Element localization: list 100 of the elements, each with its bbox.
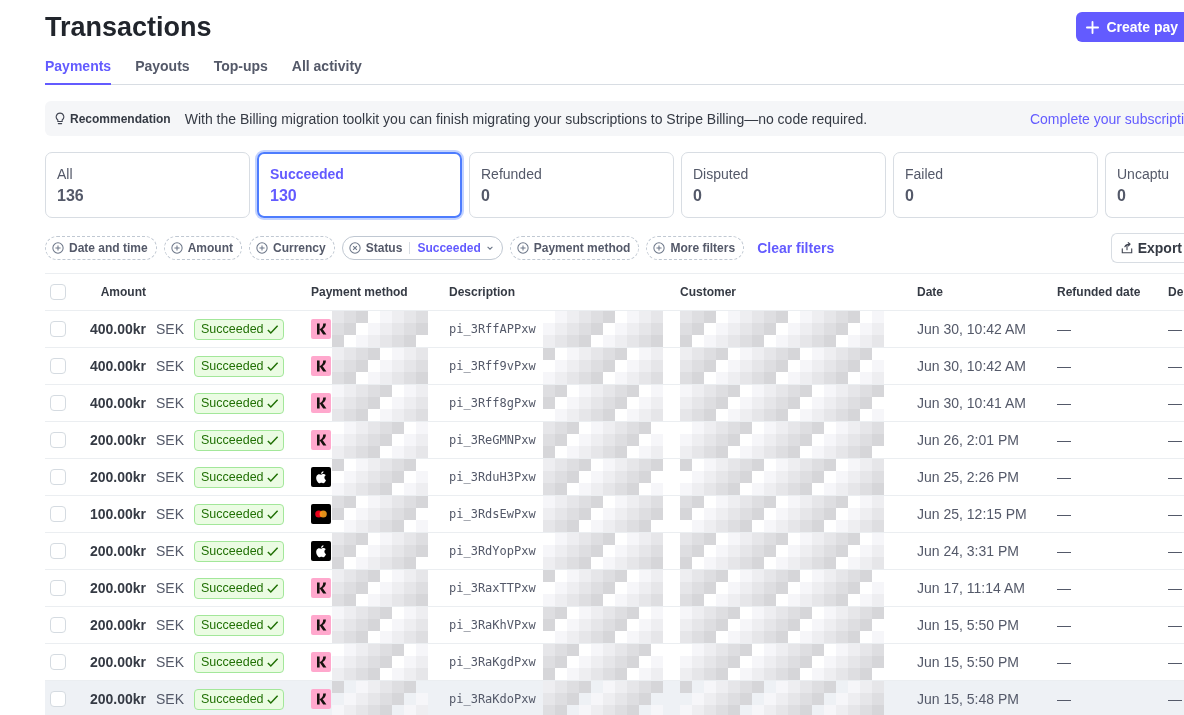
column-header[interactable]: De bbox=[1168, 285, 1184, 299]
table-cell: — bbox=[1168, 691, 1182, 707]
amount: 200.00kr bbox=[89, 691, 146, 707]
status-card[interactable]: All 136 bbox=[45, 152, 250, 218]
amount: 200.00kr bbox=[89, 580, 146, 596]
currency: SEK bbox=[156, 654, 184, 670]
row-checkbox[interactable] bbox=[50, 432, 66, 448]
amount: 200.00kr bbox=[89, 469, 146, 485]
export-button[interactable]: Export bbox=[1110, 233, 1184, 263]
k-logo-icon bbox=[311, 689, 331, 709]
table-cell: — bbox=[1168, 617, 1182, 633]
lightbulb-icon bbox=[55, 111, 65, 126]
row-checkbox[interactable] bbox=[50, 469, 66, 485]
status-label: Refunded bbox=[481, 166, 543, 182]
recommendation-message: With the Billing migration toolkit you can finish migrating your subscriptions to Stripe Billing—no code required. bbox=[184, 110, 868, 127]
table-row[interactable]: 200.00kr SEK Succeeded pi_3RaKhVPxw Jun 15, 5:50 PM — — bbox=[45, 607, 1184, 644]
remove-circle-icon bbox=[348, 242, 361, 254]
status-label: Succeeded bbox=[270, 166, 345, 182]
filter-chip[interactable]: Date and time bbox=[45, 236, 157, 260]
row-checkbox[interactable] bbox=[50, 321, 66, 337]
status-card[interactable]: Refunded 0 bbox=[469, 152, 674, 218]
status-card[interactable]: Uncaptu 0 bbox=[1105, 152, 1184, 218]
table-row[interactable]: 200.00kr SEK Succeeded pi_3RduH3Pxw Jun 25, 2:26 PM — — bbox=[45, 459, 1184, 496]
table-row[interactable]: 200.00kr SEK Succeeded pi_3RaKdoPxw Jun 15, 5:48 PM — — bbox=[45, 681, 1184, 715]
refunded-date: — bbox=[1057, 543, 1071, 559]
row-checkbox[interactable] bbox=[50, 543, 66, 559]
status-badge: Succeeded bbox=[194, 651, 284, 673]
table-cell: — bbox=[1168, 654, 1182, 670]
status-count: 136 bbox=[57, 187, 85, 205]
payment-id: pi_3Rff8gPxw bbox=[449, 396, 537, 410]
date: Jun 17, 11:14 AM bbox=[917, 580, 1025, 596]
currency: SEK bbox=[156, 432, 184, 448]
column-header[interactable]: Payment method bbox=[311, 285, 408, 299]
payment-id: pi_3RdYopPxw bbox=[449, 544, 537, 558]
row-checkbox[interactable] bbox=[50, 691, 66, 707]
table-row[interactable]: 400.00kr SEK Succeeded pi_3Rff9vPxw Jun 30, 10:42 AM — — bbox=[45, 348, 1184, 385]
select-all-checkbox[interactable] bbox=[50, 284, 66, 300]
date: Jun 25, 12:15 PM bbox=[917, 506, 1027, 522]
table-cell: — bbox=[1168, 580, 1182, 596]
tab[interactable]: Payouts bbox=[135, 54, 190, 85]
table-row[interactable]: 400.00kr SEK Succeeded pi_3RffAPPxw Jun 30, 10:42 AM — — bbox=[45, 311, 1184, 348]
date: Jun 26, 2:01 PM bbox=[917, 432, 1019, 448]
refunded-date: — bbox=[1057, 358, 1071, 374]
refunded-date: — bbox=[1057, 580, 1071, 596]
date: Jun 25, 2:26 PM bbox=[917, 469, 1019, 485]
tab[interactable]: All activity bbox=[291, 54, 362, 85]
column-header[interactable]: Description bbox=[449, 285, 515, 299]
table-cell: — bbox=[1168, 321, 1182, 337]
filter-chip[interactable]: Amount bbox=[163, 236, 242, 260]
status-badge: Succeeded bbox=[194, 540, 284, 562]
amount: 400.00kr bbox=[89, 395, 146, 411]
row-checkbox[interactable] bbox=[50, 506, 66, 522]
k-logo-icon bbox=[311, 615, 331, 635]
status-badge: Succeeded bbox=[194, 688, 284, 710]
subscription-link[interactable]: Complete your subscripti bbox=[1029, 110, 1184, 127]
column-header[interactable]: Customer bbox=[680, 285, 736, 299]
status-card[interactable]: Failed 0 bbox=[893, 152, 1098, 218]
refunded-date: — bbox=[1057, 691, 1071, 707]
amount: 200.00kr bbox=[89, 617, 146, 633]
tab[interactable]: Top-ups bbox=[213, 54, 268, 85]
refunded-date: — bbox=[1057, 617, 1071, 633]
row-checkbox[interactable] bbox=[50, 358, 66, 374]
date: Jun 30, 10:42 AM bbox=[917, 358, 1026, 374]
date: Jun 24, 3:31 PM bbox=[917, 543, 1019, 559]
row-checkbox[interactable] bbox=[50, 654, 66, 670]
row-checkbox[interactable] bbox=[50, 580, 66, 596]
status-badge: Succeeded bbox=[194, 577, 284, 599]
status-card[interactable]: Succeeded 130 bbox=[257, 152, 462, 218]
filter-chip[interactable]: More filters bbox=[646, 236, 745, 260]
status-filter-chip[interactable]: Status Succeeded bbox=[341, 236, 503, 260]
tab[interactable]: Payments bbox=[45, 54, 112, 85]
table-row[interactable]: 100.00kr SEK Succeeded pi_3RdsEwPxw Jun 25, 12:15 PM — — bbox=[45, 496, 1184, 533]
amount: 200.00kr bbox=[89, 432, 146, 448]
add-circle-icon bbox=[256, 242, 268, 254]
payment-id: pi_3RdsEwPxw bbox=[449, 507, 537, 521]
table-row[interactable]: 200.00kr SEK Succeeded pi_3RdYopPxw Jun 24, 3:31 PM — — bbox=[45, 533, 1184, 570]
payment-id: pi_3RffAPPxw bbox=[449, 322, 537, 336]
row-checkbox[interactable] bbox=[50, 395, 66, 411]
filter-chip[interactable]: Payment method bbox=[509, 236, 640, 260]
table-row[interactable]: 200.00kr SEK Succeeded pi_3RaKgdPxw Jun 15, 5:50 PM — — bbox=[45, 644, 1184, 681]
currency: SEK bbox=[156, 395, 184, 411]
clear-filters-link[interactable]: Clear filters bbox=[757, 240, 835, 256]
payment-id: pi_3RduH3Pxw bbox=[449, 470, 537, 484]
status-count: 0 bbox=[481, 187, 491, 205]
payment-id: pi_3RaxTTPxw bbox=[449, 581, 537, 595]
table-row[interactable]: 200.00kr SEK Succeeded pi_3ReGMNPxw Jun 26, 2:01 PM — — bbox=[45, 422, 1184, 459]
column-header[interactable]: Date bbox=[917, 285, 943, 299]
k-logo-icon bbox=[311, 578, 331, 598]
date: Jun 30, 10:42 AM bbox=[917, 321, 1026, 337]
column-header[interactable]: Amount bbox=[100, 285, 146, 299]
row-checkbox[interactable] bbox=[50, 617, 66, 633]
table-row[interactable]: 200.00kr SEK Succeeded pi_3RaxTTPxw Jun 17, 11:14 AM — — bbox=[45, 570, 1184, 607]
filter-chip[interactable]: Currency bbox=[249, 236, 335, 260]
status-card[interactable]: Disputed 0 bbox=[681, 152, 886, 218]
create-payment-button[interactable]: Create pay bbox=[1076, 12, 1184, 42]
column-header[interactable]: Refunded date bbox=[1057, 285, 1141, 299]
refunded-date: — bbox=[1057, 395, 1071, 411]
table-row[interactable]: 400.00kr SEK Succeeded pi_3Rff8gPxw Jun 30, 10:41 AM — — bbox=[45, 385, 1184, 422]
table-cell: — bbox=[1168, 543, 1182, 559]
add-circle-icon bbox=[653, 242, 666, 254]
